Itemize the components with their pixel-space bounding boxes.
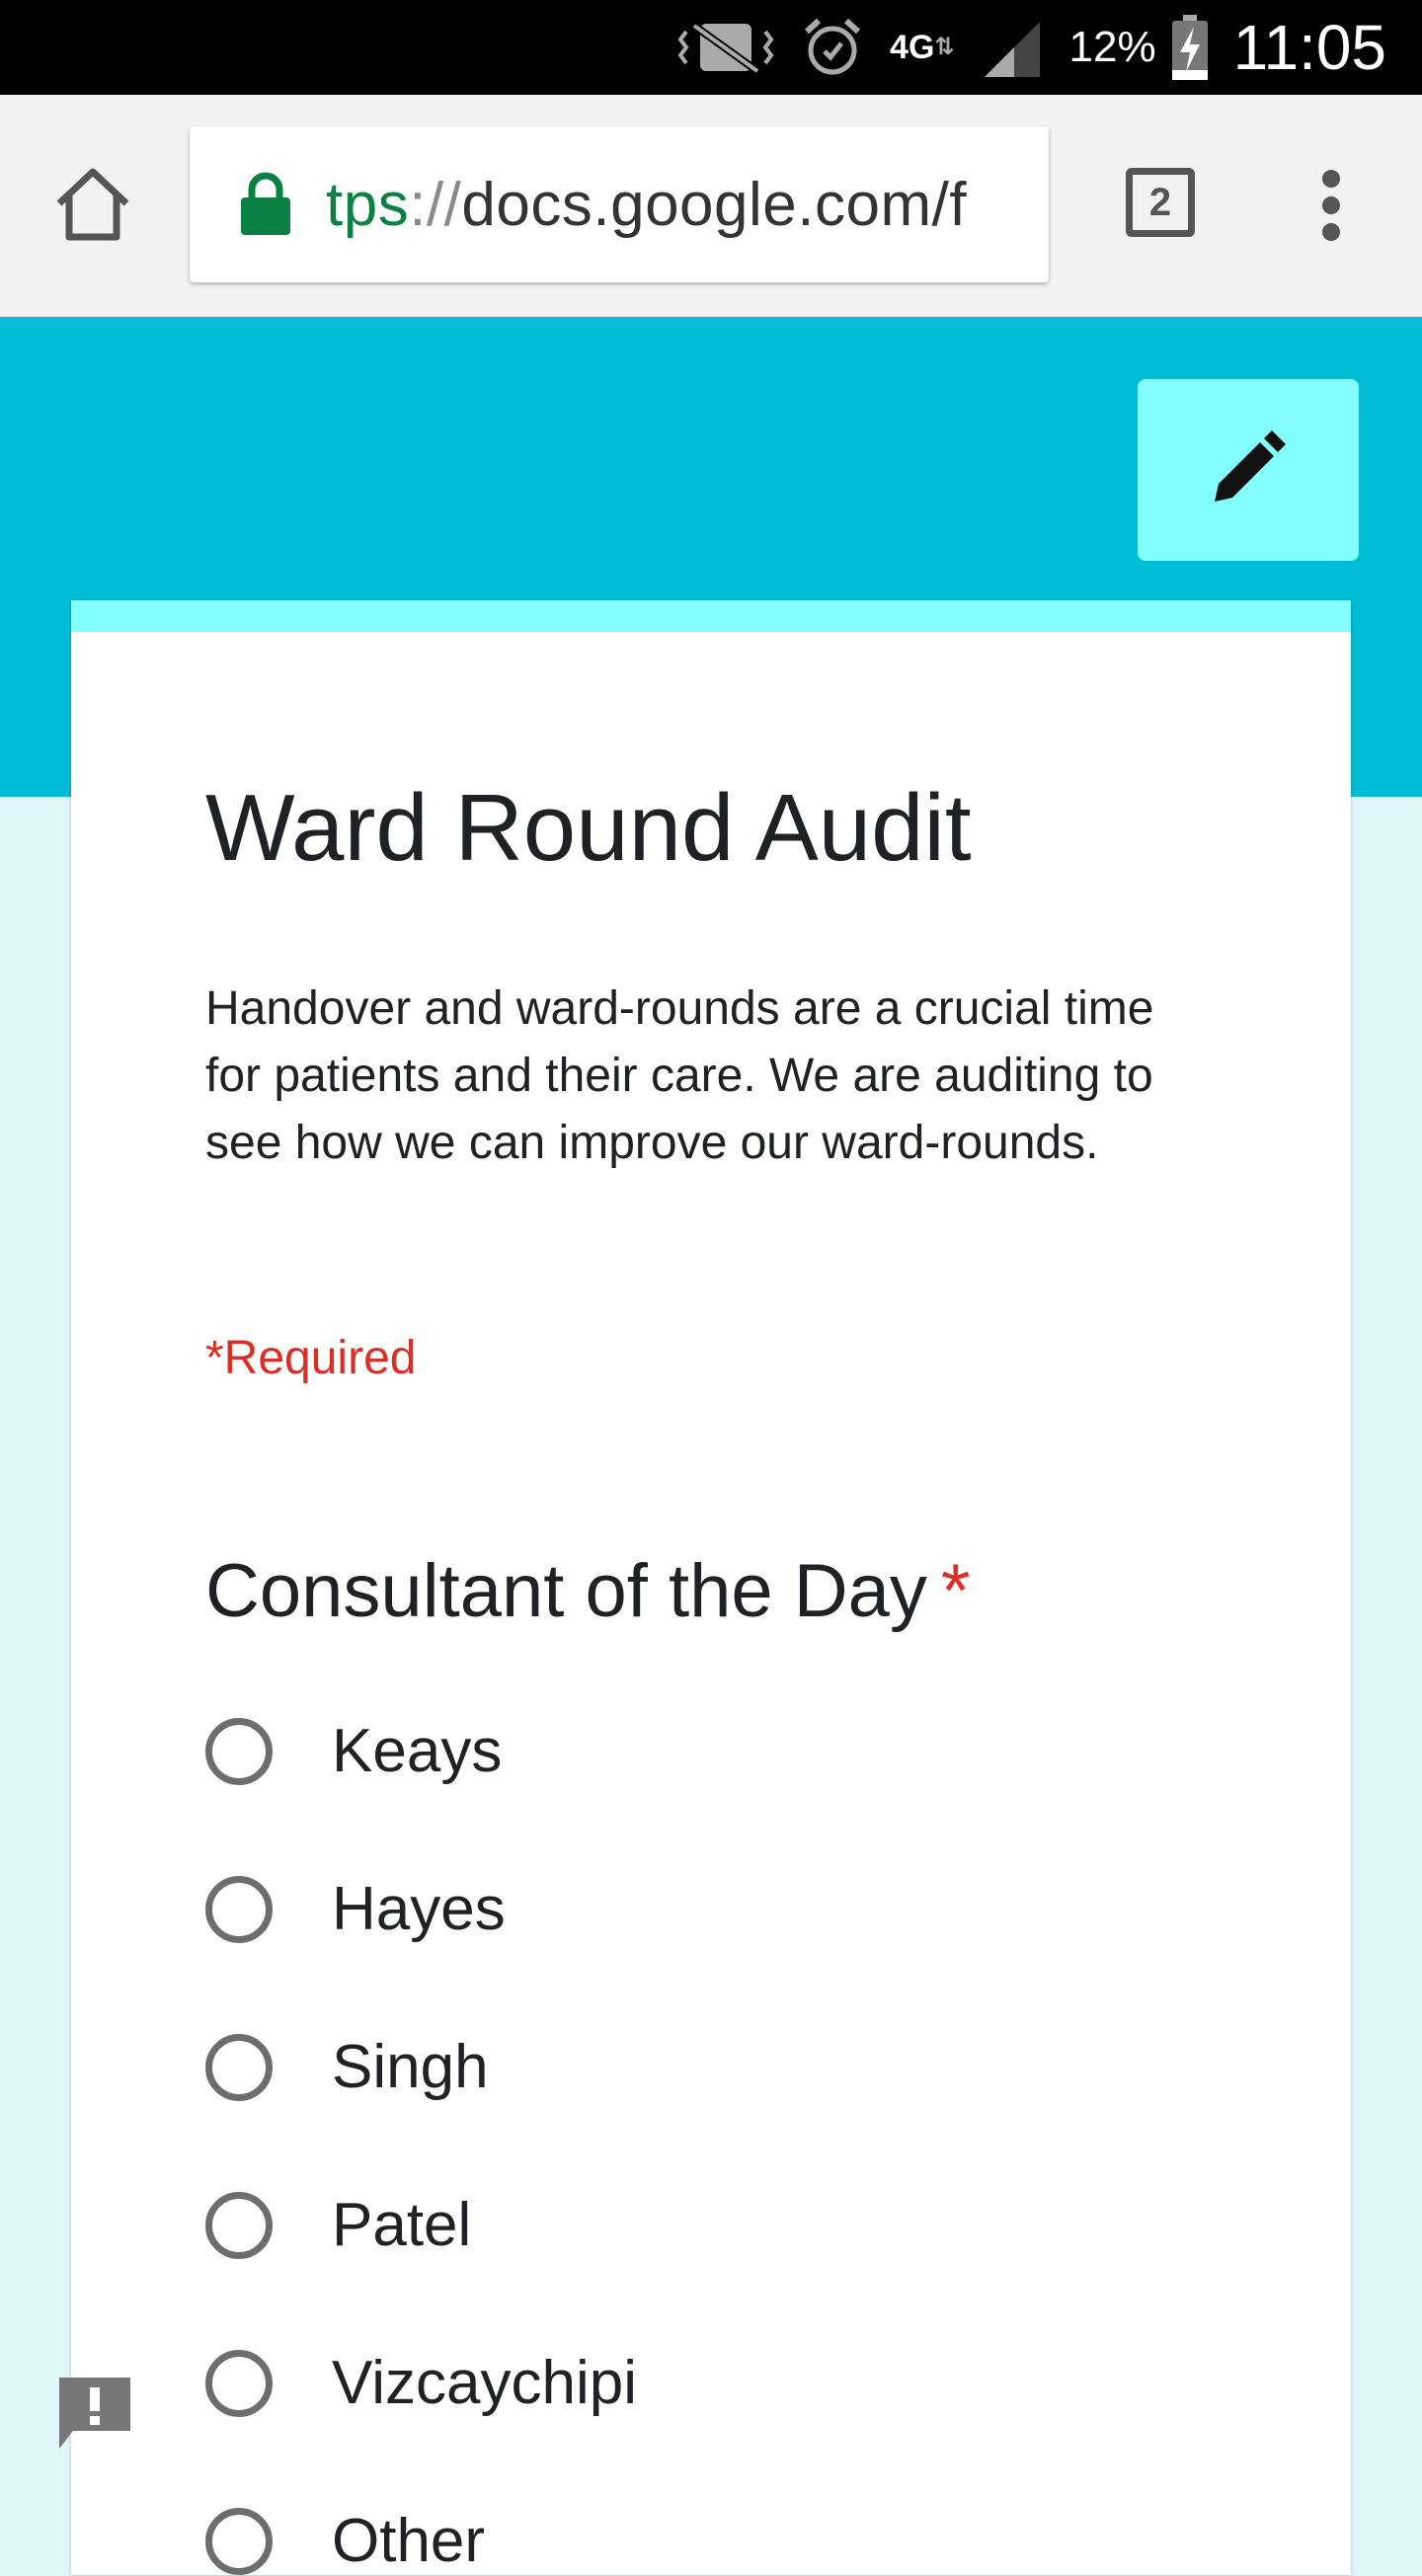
card-accent-bar (71, 600, 1351, 632)
radio-button[interactable] (205, 2507, 273, 2575)
home-icon[interactable] (51, 164, 134, 247)
status-bar: 4G ⇅ 12% 11:05 (0, 0, 1422, 95)
form-card: Ward Round Audit Handover and ward-round… (71, 600, 1351, 2575)
option-label: Singh (332, 2033, 489, 2101)
radio-option-hayes[interactable]: Hayes (205, 1874, 506, 1944)
network-4g-icon: 4G ⇅ (890, 29, 955, 66)
option-label: Vizcaychipi (332, 2349, 638, 2417)
form-title: Ward Round Audit (205, 775, 972, 881)
form-description: Handover and ward-rounds are a crucial t… (205, 982, 1154, 1169)
radio-option-singh[interactable]: Singh (205, 2032, 489, 2102)
option-label: Hayes (332, 1875, 506, 1943)
address-bar[interactable]: tps://docs.google.com/f (190, 126, 1049, 282)
question-title: Consultant of the Day * (205, 1549, 971, 1633)
radio-button[interactable] (205, 2349, 273, 2417)
radio-option-vizcaychipi[interactable]: Vizcaychipi (205, 2348, 637, 2418)
radio-button[interactable] (205, 1717, 273, 1785)
url-text: tps://docs.google.com/f (326, 170, 968, 239)
option-label: Patel (332, 2191, 472, 2259)
option-label: Keays (332, 1717, 503, 1785)
radio-button[interactable] (205, 2033, 273, 2101)
radio-option-keays[interactable]: Keays (205, 1716, 502, 1786)
feedback-icon[interactable] (53, 2374, 136, 2453)
battery-percent: 12% (1068, 23, 1156, 71)
radio-button[interactable] (205, 2191, 273, 2259)
radio-option-patel[interactable]: Patel (205, 2190, 471, 2260)
lock-icon (239, 172, 292, 237)
overflow-menu-icon[interactable] (1313, 170, 1349, 241)
alarm-icon (801, 16, 864, 79)
radio-button[interactable] (205, 1875, 273, 1943)
browser-toolbar: tps://docs.google.com/f 2 (0, 95, 1422, 317)
vibrate-icon (676, 18, 775, 77)
tab-switcher-button[interactable]: 2 (1126, 168, 1195, 237)
clock: 11:05 (1232, 12, 1386, 83)
signal-icon (981, 16, 1044, 79)
required-note: *Required (205, 1332, 417, 1384)
edit-form-button[interactable] (1138, 379, 1359, 561)
pencil-icon (1209, 429, 1288, 512)
battery-charging-icon (1170, 13, 1210, 82)
option-label: Other (332, 2507, 486, 2575)
required-star: * (940, 1549, 971, 1633)
radio-option-other[interactable]: Other (205, 2506, 485, 2576)
tab-count: 2 (1148, 180, 1172, 224)
